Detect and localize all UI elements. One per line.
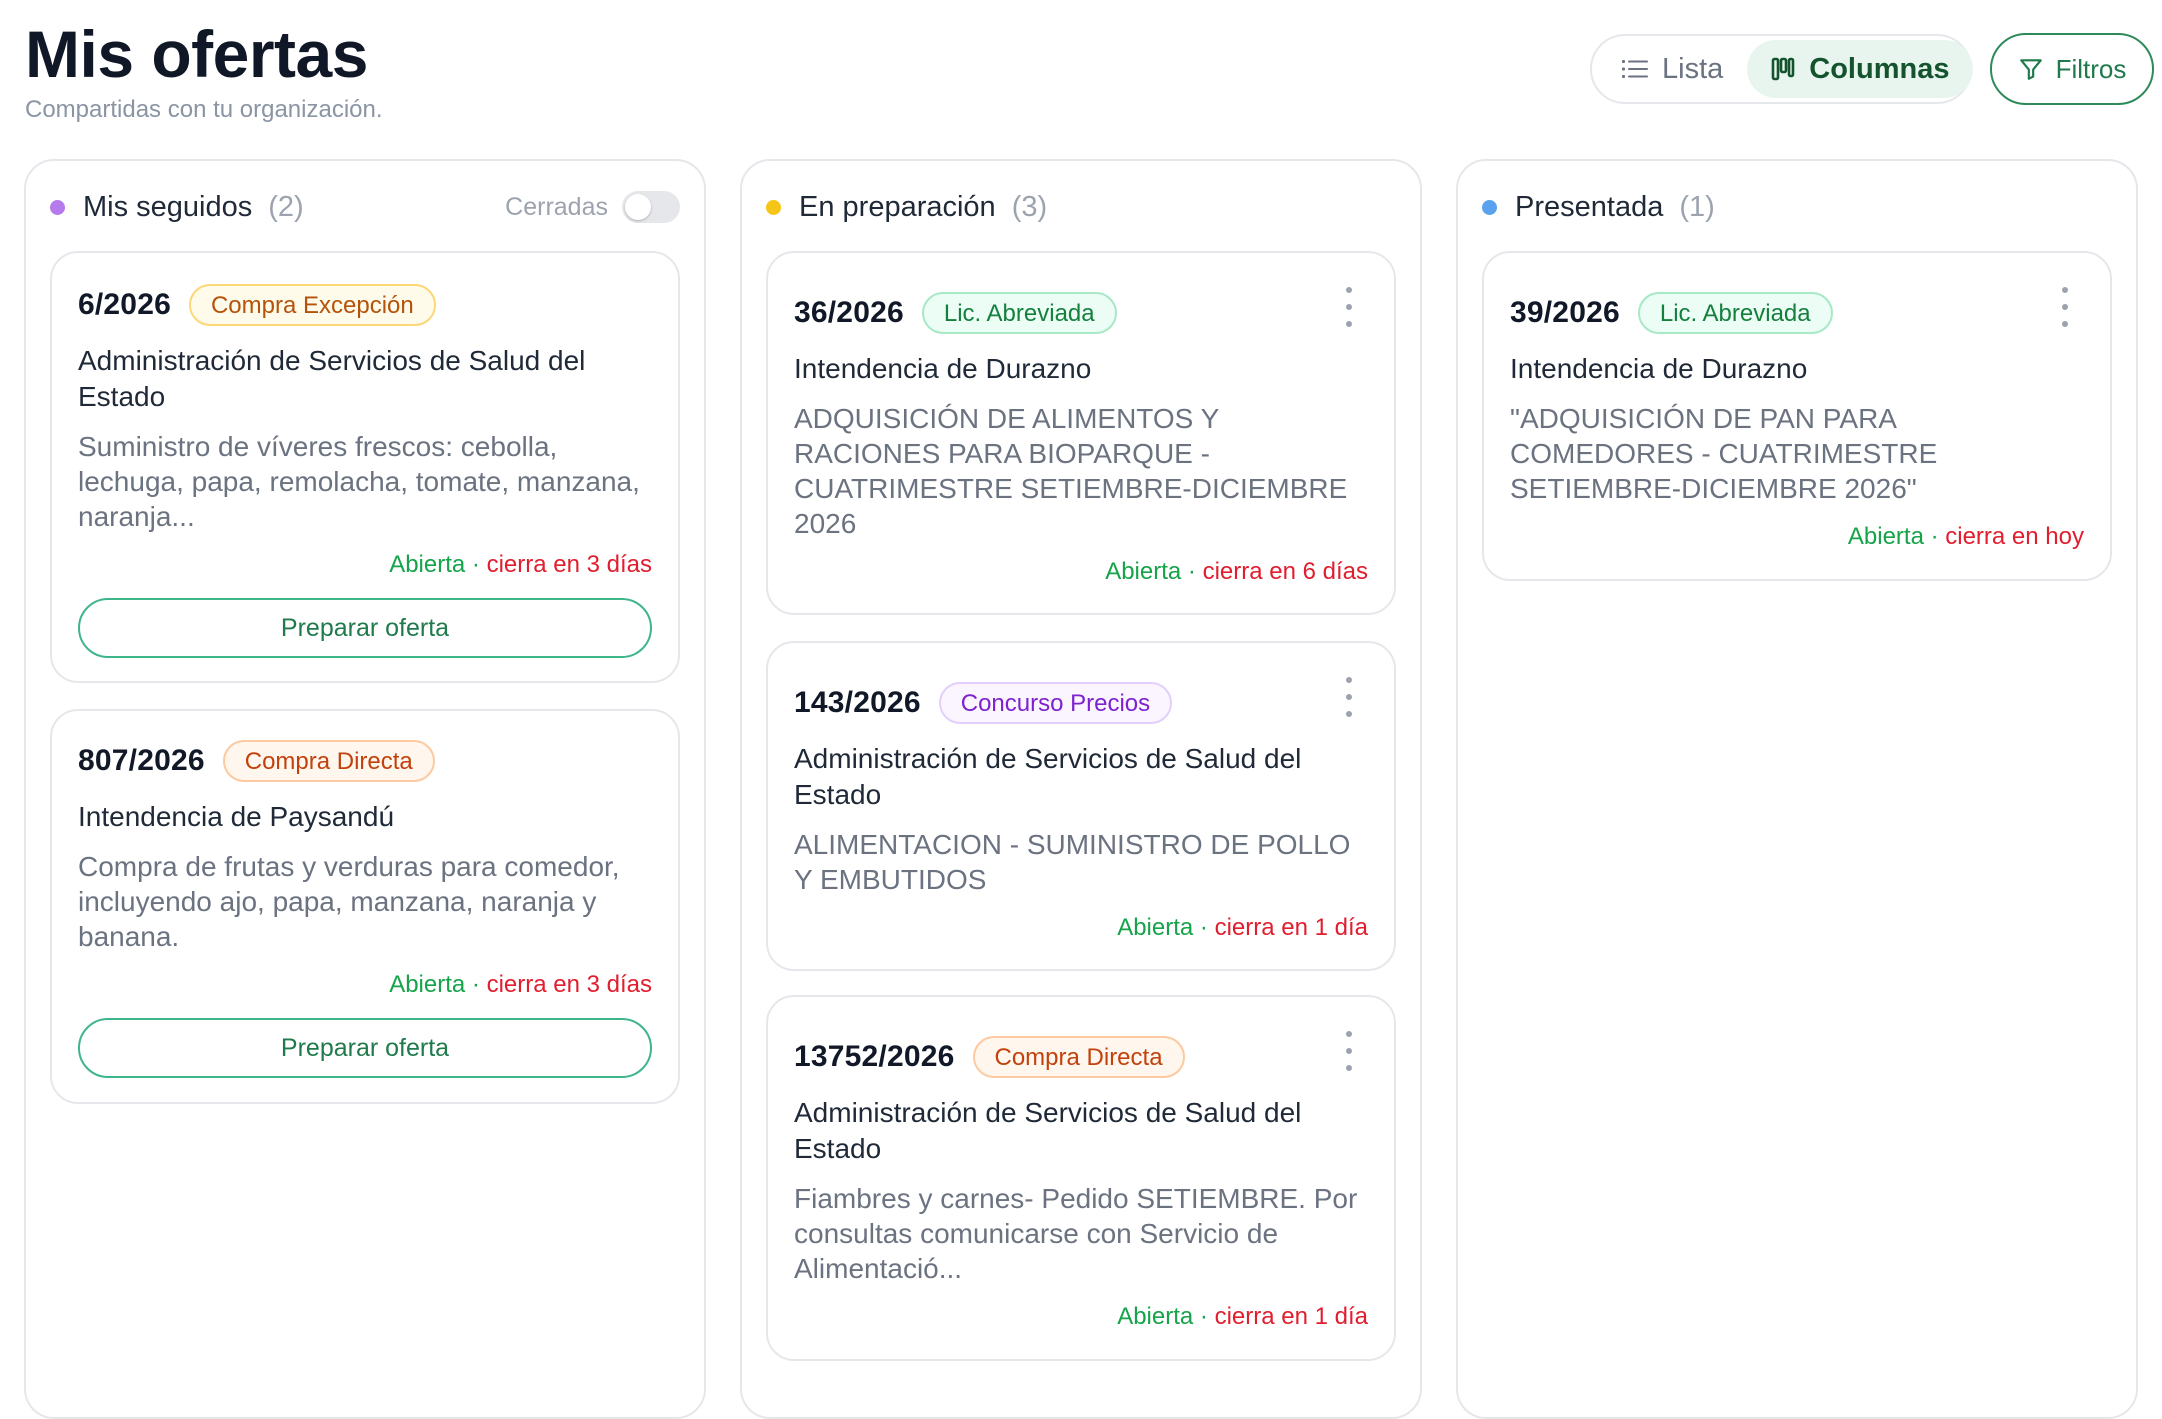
status-separator: · xyxy=(1923,523,1946,550)
card-header: 39/2026 Lic. Abreviada xyxy=(1510,289,2084,337)
offer-card[interactable]: 36/2026 Lic. Abreviada Intendencia de Du… xyxy=(766,251,1396,615)
type-badge: Compra Directa xyxy=(972,1036,1185,1078)
type-badge: Lic. Abreviada xyxy=(1637,292,1833,334)
organization-name: Intendencia de Durazno xyxy=(1510,353,1808,384)
list-icon xyxy=(1622,60,1648,78)
status-line: Abierta · cierra en 1 día xyxy=(794,1302,1368,1332)
offer-id: 6/2026 xyxy=(78,288,171,321)
cerradas-toggle[interactable] xyxy=(622,191,680,223)
column-title: En preparación xyxy=(799,190,996,223)
column-count: (3) xyxy=(1011,190,1048,223)
offer-description: ADQUISICIÓN DE ALIMENTOS Y RACIONES PARA… xyxy=(794,403,1348,539)
page-title: Mis ofertas xyxy=(25,17,368,91)
column-count: (2) xyxy=(268,190,304,223)
card-header: 143/2026 Concurso Precios xyxy=(794,679,1368,727)
status-line: Abierta · cierra en 6 días xyxy=(794,557,1368,587)
offer-description: "ADQUISICIÓN DE PAN PARA COMEDORES - CUA… xyxy=(1510,403,1938,504)
offer-description: Fiambres y carnes- Pedido SETIEMBRE. Por… xyxy=(794,1183,1358,1284)
page-subtitle: Compartidas con tu organización. xyxy=(25,96,383,123)
status-open: Abierta xyxy=(1117,1303,1194,1330)
status-separator: · xyxy=(1181,558,1203,585)
offer-id: 13752/2026 xyxy=(794,1040,955,1073)
organization-name: Intendencia de Durazno xyxy=(794,353,1092,384)
view-list-label: Lista xyxy=(1662,52,1724,85)
toggle-knob xyxy=(625,194,651,220)
status-separator: · xyxy=(1193,914,1215,941)
card-header: 6/2026 Compra Excepción xyxy=(78,281,652,329)
offer-description: Compra de frutas y verduras para comedor… xyxy=(78,851,620,952)
closing-time: cierra en 1 día xyxy=(1214,914,1368,941)
offer-card[interactable]: 6/2026 Compra Excepción Administración d… xyxy=(50,251,680,683)
column-title: Mis seguidos xyxy=(83,190,253,223)
offer-card[interactable]: 13752/2026 Compra Directa Administración… xyxy=(766,995,1396,1361)
status-dot xyxy=(50,199,65,215)
column-presentada: Presentada (1) 39/2026 Lic. Abreviada In… xyxy=(1456,159,2138,1419)
status-separator: · xyxy=(1193,1303,1215,1330)
offer-card[interactable]: 807/2026 Compra Directa Intendencia de P… xyxy=(50,709,680,1104)
organization-name: Administración de Servicios de Salud del… xyxy=(794,1097,1302,1164)
card-header: 13752/2026 Compra Directa xyxy=(794,1033,1368,1081)
offer-id: 39/2026 xyxy=(1510,296,1620,329)
organization-name: Intendencia de Paysandú xyxy=(78,801,395,832)
status-open: Abierta xyxy=(389,551,466,578)
prepare-offer-button[interactable]: Preparar oferta xyxy=(78,1018,652,1078)
type-badge: Compra Excepción xyxy=(188,284,436,326)
cerradas-filter: Cerradas xyxy=(505,191,680,223)
cerradas-label: Cerradas xyxy=(505,192,608,221)
more-options-icon[interactable] xyxy=(2058,287,2072,327)
view-columns-label: Columnas xyxy=(1809,52,1950,85)
status-separator: · xyxy=(465,971,487,998)
view-toggle: Lista Columnas xyxy=(1590,34,1974,104)
offer-id: 143/2026 xyxy=(794,686,921,719)
offer-id: 807/2026 xyxy=(78,744,205,777)
view-list-button[interactable]: Lista xyxy=(1598,40,1747,98)
status-line: Abierta · cierra en 3 días xyxy=(78,550,652,580)
column-header: En preparación (3) xyxy=(766,185,1396,229)
offer-description: ALIMENTACION - SUMINISTRO DE POLLO Y EMB… xyxy=(794,829,1351,895)
card-header: 807/2026 Compra Directa xyxy=(78,737,652,785)
type-badge: Compra Directa xyxy=(222,740,435,782)
card-header: 36/2026 Lic. Abreviada xyxy=(794,289,1368,337)
status-line: Abierta · cierra en 3 días xyxy=(78,970,652,1000)
column-header: Mis seguidos (2) Cerradas xyxy=(50,185,680,229)
status-open: Abierta xyxy=(1117,914,1194,941)
view-columns-button[interactable]: Columnas xyxy=(1747,40,1974,98)
closing-time: cierra en 6 días xyxy=(1202,558,1368,585)
kanban-icon xyxy=(1771,57,1795,81)
closing-time: cierra en hoy xyxy=(1945,523,2084,550)
offer-card[interactable]: 39/2026 Lic. Abreviada Intendencia de Du… xyxy=(1482,251,2112,581)
column-title: Presentada xyxy=(1515,190,1664,223)
closing-time: cierra en 1 día xyxy=(1214,1303,1368,1330)
column-mis-seguidos: Mis seguidos (2) Cerradas 6/2026 Compra … xyxy=(24,159,706,1419)
prepare-offer-button[interactable]: Preparar oferta xyxy=(78,598,652,658)
status-dot xyxy=(766,199,781,215)
closing-time: cierra en 3 días xyxy=(486,551,652,578)
type-badge: Concurso Precios xyxy=(938,682,1173,724)
status-open: Abierta xyxy=(389,971,466,998)
status-separator: · xyxy=(465,551,487,578)
offer-id: 36/2026 xyxy=(794,296,904,329)
status-open: Abierta xyxy=(1847,523,1924,550)
more-options-icon[interactable] xyxy=(1342,287,1356,327)
filters-label: Filtros xyxy=(2055,53,2127,84)
column-header: Presentada (1) xyxy=(1482,185,2112,229)
organization-name: Administración de Servicios de Salud del… xyxy=(794,743,1302,810)
status-dot xyxy=(1482,199,1497,215)
organization-name: Administración de Servicios de Salud del… xyxy=(78,345,586,412)
filter-icon xyxy=(2019,59,2042,80)
status-open: Abierta xyxy=(1105,558,1182,585)
more-options-icon[interactable] xyxy=(1342,1031,1356,1071)
status-line: Abierta · cierra en hoy xyxy=(1510,522,2084,552)
more-options-icon[interactable] xyxy=(1342,677,1356,717)
closing-time: cierra en 3 días xyxy=(486,971,652,998)
column-en-preparacion: En preparación (3) 36/2026 Lic. Abreviad… xyxy=(740,159,1422,1419)
offer-description: Suministro de víveres frescos: cebolla, … xyxy=(78,431,640,532)
type-badge: Lic. Abreviada xyxy=(921,292,1117,334)
filters-button[interactable]: Filtros xyxy=(1990,33,2154,105)
offer-card[interactable]: 143/2026 Concurso Precios Administración… xyxy=(766,641,1396,971)
status-line: Abierta · cierra en 1 día xyxy=(794,913,1368,943)
column-count: (1) xyxy=(1679,190,1715,223)
